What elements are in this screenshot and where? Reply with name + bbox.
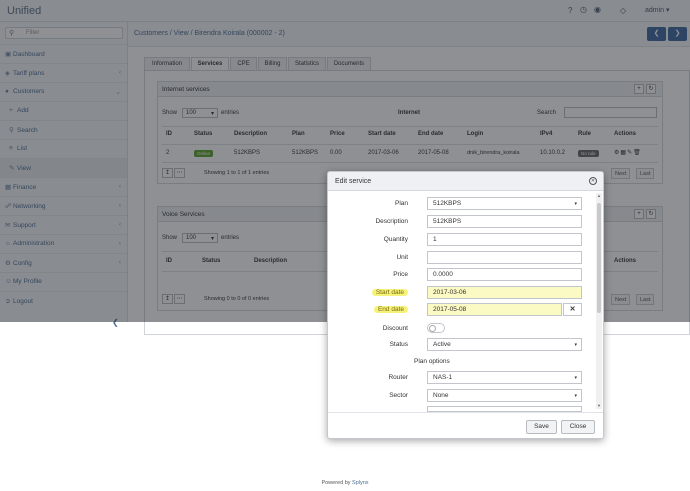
close-button[interactable]: Close [561,420,595,434]
sector-row: Sector None ▾ [328,389,598,403]
description-row: Description 512KBPS [328,215,598,229]
save-button[interactable]: Save [526,420,557,434]
quantity-label: Quantity [383,236,408,243]
close-icon[interactable]: ✕ [589,177,597,185]
sector-label: Sector [389,392,408,399]
quantity-input[interactable]: 1 [427,233,582,246]
caret-down-icon: ▾ [574,201,577,207]
description-input[interactable]: 512KBPS [427,215,582,228]
description-label: Description [375,218,408,225]
footer-brand-link[interactable]: Splynx [352,480,369,486]
price-input[interactable]: 0.0000 [427,268,582,281]
caret-down-icon: ▾ [574,342,577,348]
modal-title: Edit service [335,178,372,185]
toggle-knob [429,325,436,332]
footer: Powered by Splynx [0,480,690,486]
modal-footer: Save Close [328,412,603,438]
status-select[interactable]: Active ▾ [427,338,582,351]
price-row: Price 0.0000 [328,268,598,282]
modal-scrollbar[interactable]: ▲ ▼ [596,193,602,409]
quantity-row: Quantity 1 [328,233,598,247]
unit-input[interactable] [427,251,582,264]
clear-end-date-button[interactable]: ✕ [563,303,582,316]
start-date-row: Start date 2017-03-06 [328,286,598,300]
end-date-row: End date 2017-05-08 ✕ [328,303,598,317]
modal-header: Edit service ✕ [328,172,603,191]
caret-down-icon: ▾ [574,393,577,399]
scroll-up-icon[interactable]: ▲ [596,193,602,198]
footer-text: Powered by [321,480,351,486]
start-date-input[interactable]: 2017-03-06 [427,286,582,299]
router-row: Router NAS-1 ▾ [328,371,598,385]
discount-row: Discount [328,322,598,336]
end-date-label: End date [373,306,408,313]
status-label: Status [389,341,408,348]
unit-label: Unit [396,254,408,261]
plan-label: Plan [394,200,408,207]
router-label: Router [388,374,408,381]
scroll-thumb[interactable] [597,203,601,313]
start-date-label: Start date [371,289,408,296]
discount-label: Discount [382,325,408,332]
plan-row: Plan 512KBPS ▾ [328,197,598,211]
unit-row: Unit [328,251,598,265]
price-label: Price [393,271,408,278]
edit-service-modal: Edit service ✕ Plan 512KBPS ▾ Description… [327,171,604,439]
plan-options-heading: Plan options [414,358,450,365]
sector-select[interactable]: None ▾ [427,389,582,402]
end-date-input[interactable]: 2017-05-08 [427,303,562,316]
router-select[interactable]: NAS-1 ▾ [427,371,582,384]
caret-down-icon: ▾ [574,375,577,381]
status-row: Status Active ▾ [328,338,598,352]
plan-select[interactable]: 512KBPS ▾ [427,197,582,210]
scroll-down-icon[interactable]: ▼ [596,403,602,408]
discount-toggle[interactable] [427,323,445,333]
